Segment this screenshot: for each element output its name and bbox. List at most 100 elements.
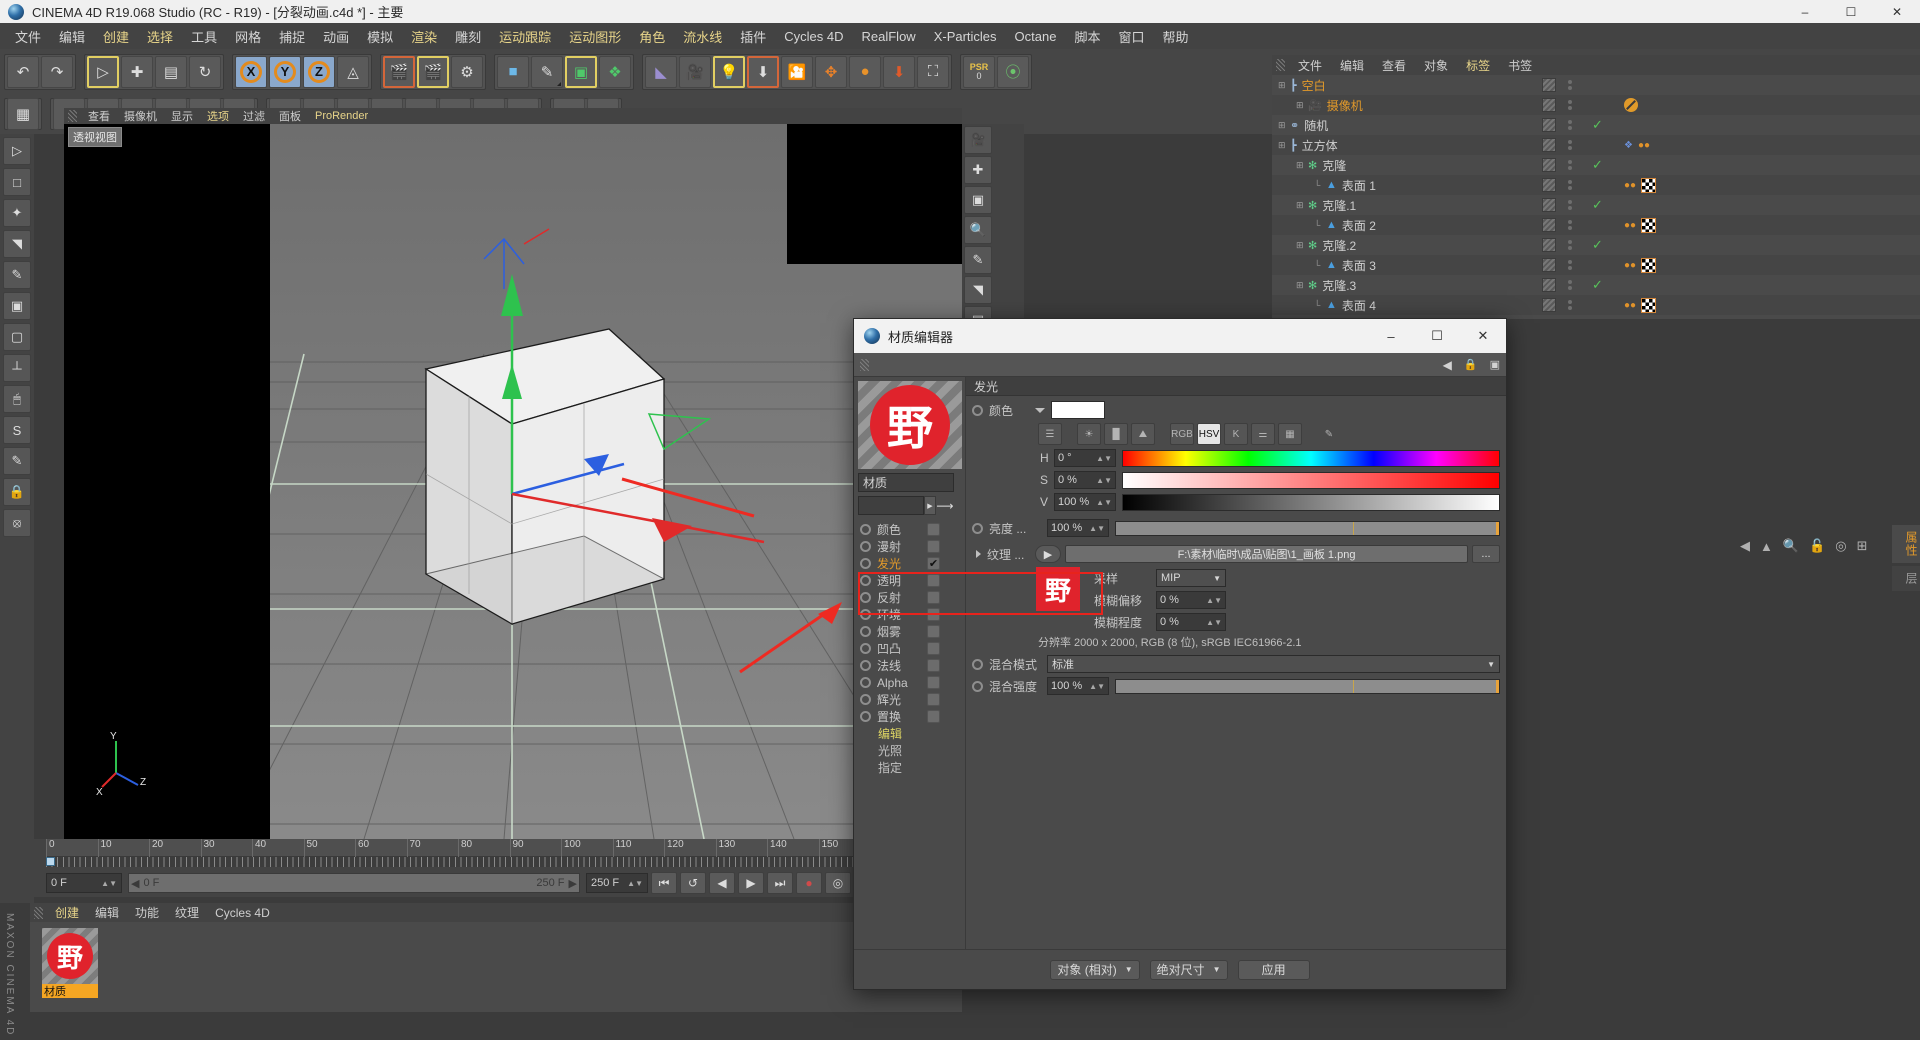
color-mode-rgb[interactable]: RGB xyxy=(1170,423,1194,445)
hue-spinner[interactable]: ▲▼ xyxy=(1096,454,1112,463)
object-enabled-check[interactable]: ✓ xyxy=(1592,157,1603,173)
autokey-icon[interactable]: ◎ xyxy=(825,872,851,894)
channel-radio-3[interactable] xyxy=(860,575,871,586)
attr-up-icon[interactable]: ▲ xyxy=(1760,539,1773,554)
menu-item-6[interactable]: 捕捉 xyxy=(270,24,314,49)
blur-offset-field[interactable]: 0 % ▲▼ xyxy=(1156,591,1226,609)
brightness-field[interactable]: 100 % ▲▼ xyxy=(1047,519,1109,537)
scale-icon[interactable]: ▤ xyxy=(155,55,187,88)
timeline-ruler-area[interactable]: 0102030405060708090100110120130140150160… xyxy=(30,839,962,869)
channel-row-10[interactable]: 辉光 xyxy=(854,691,965,708)
blend-strength-slider[interactable] xyxy=(1115,678,1500,694)
saturation-spinner[interactable]: ▲▼ xyxy=(1096,476,1112,485)
object-menu-0[interactable]: 文件 xyxy=(1289,57,1331,74)
redo-icon[interactable]: ↷ xyxy=(41,55,73,88)
channel-radio-5[interactable] xyxy=(860,609,871,620)
value-slider[interactable] xyxy=(1122,493,1500,511)
viewport-menu-grip[interactable] xyxy=(68,110,77,122)
dialog-pin-icon[interactable]: ▣ xyxy=(1490,358,1500,371)
expand-toggle-icon[interactable]: └ xyxy=(1314,220,1323,230)
object-tags[interactable]: ❖ ●● xyxy=(1624,140,1650,151)
material-preview[interactable]: 野 xyxy=(858,381,962,469)
attr-search-icon[interactable]: 🔍 xyxy=(1783,538,1799,554)
menu-item-12[interactable]: 运动图形 xyxy=(560,24,630,49)
channel-row-9[interactable]: Alpha xyxy=(854,674,965,691)
vertical-tab-1[interactable]: 层 xyxy=(1892,566,1920,591)
axis-y-toggle[interactable]: Y xyxy=(269,55,301,88)
end-frame-spinner[interactable]: ▲▼ xyxy=(621,879,643,888)
texture-tag-icon[interactable] xyxy=(1641,257,1657,273)
attr-target-icon[interactable]: ◎ xyxy=(1835,538,1846,554)
object-menu-3[interactable]: 对象 xyxy=(1415,57,1457,74)
channel-row-7[interactable]: 凹凸 xyxy=(854,640,965,657)
color-eyedropper-icon[interactable]: ✎ xyxy=(1317,423,1341,445)
frame-range-track[interactable]: ◀ 0 F 250 F ▶ xyxy=(128,873,580,893)
object-visibility-cell[interactable] xyxy=(1542,178,1556,192)
mograph-tag-icon[interactable]: ●● xyxy=(1638,140,1650,151)
channel-checkbox-2[interactable]: ✔ xyxy=(927,557,940,570)
dialog-close-button[interactable]: ✕ xyxy=(1460,319,1506,353)
mograph-tag-icon[interactable]: ●● xyxy=(1624,220,1636,231)
brightness-spinner[interactable]: ▲▼ xyxy=(1089,524,1105,533)
material-menu-1[interactable]: 编辑 xyxy=(87,904,127,921)
channel-radio-1[interactable] xyxy=(860,541,871,552)
channel-radio-7[interactable] xyxy=(860,643,871,654)
uv-tool-icon[interactable]: ⦻ xyxy=(3,509,31,537)
sculpt-tool-icon[interactable]: S xyxy=(3,416,31,444)
viewport-scale-icon[interactable]: ▣ xyxy=(964,186,992,214)
table-row[interactable]: ⊞ ┣ 空白 xyxy=(1272,75,1920,95)
brightness-slider[interactable] xyxy=(1115,520,1500,536)
menu-item-19[interactable]: Octane xyxy=(1006,26,1066,47)
material-chip[interactable]: 野 材质 xyxy=(42,928,98,998)
channel-radio-2[interactable] xyxy=(860,558,871,569)
render-settings-icon[interactable]: ⚙ xyxy=(451,55,483,88)
mograph-tag-icon[interactable]: ●● xyxy=(1624,180,1636,191)
material-search-input[interactable] xyxy=(858,496,924,515)
material-menu-3[interactable]: 纹理 xyxy=(167,904,207,921)
lock-tool-icon[interactable]: 🔒 xyxy=(3,478,31,506)
go-to-end-icon[interactable]: ⏭ xyxy=(767,872,793,894)
object-dots-toggle[interactable] xyxy=(1568,120,1572,130)
record-key-icon[interactable]: ● xyxy=(796,872,822,894)
viewport[interactable]: 透视视图 Y Z X xyxy=(64,124,962,839)
menu-item-9[interactable]: 渲染 xyxy=(402,24,446,49)
extrude-tool-icon[interactable]: ▣ xyxy=(3,292,31,320)
dialog-prev-icon[interactable]: ◀ xyxy=(1443,358,1452,372)
hue-slider[interactable] xyxy=(1122,449,1500,467)
expand-toggle-icon[interactable]: ⊞ xyxy=(1278,140,1287,151)
floor-icon[interactable]: ⬇ xyxy=(747,55,779,88)
menu-item-0[interactable]: 文件 xyxy=(6,24,50,49)
material-search-dropdown-icon[interactable]: ▶ xyxy=(924,496,936,515)
object-dots-toggle[interactable] xyxy=(1568,220,1572,230)
close-button[interactable]: ✕ xyxy=(1874,0,1920,23)
sampling-select[interactable]: MIP ▼ xyxy=(1156,569,1226,587)
channel-radio-4[interactable] xyxy=(860,592,871,603)
dialog-minimize-button[interactable]: – xyxy=(1368,319,1414,353)
table-row[interactable]: └ ▲ 表面 2 ●● xyxy=(1272,215,1920,235)
material-thumbnail[interactable]: 野 xyxy=(42,928,98,984)
channel-checkbox-10[interactable] xyxy=(927,693,940,706)
table-row[interactable]: ⊞ ✻ 克隆.1 ✓ xyxy=(1272,195,1920,215)
material-manager-grip[interactable] xyxy=(34,906,43,919)
grid-modes-icon[interactable]: ▦ xyxy=(7,98,39,130)
menu-item-5[interactable]: 网格 xyxy=(226,24,270,49)
array-icon[interactable]: ❖ xyxy=(599,55,631,88)
channel-checkbox-3[interactable] xyxy=(927,574,940,587)
channel-subitem-2[interactable]: 指定 xyxy=(854,759,965,776)
deformer-icon[interactable]: ✥ xyxy=(815,55,847,88)
vertical-tab-0[interactable]: 属性 xyxy=(1892,525,1920,563)
menu-item-20[interactable]: 脚本 xyxy=(1065,24,1109,49)
material-picker-cursor-icon[interactable]: ⟶ xyxy=(936,496,954,515)
light-icon[interactable]: 💡 xyxy=(713,55,745,88)
mograph-tag-icon[interactable]: ●● xyxy=(1624,260,1636,271)
menu-item-2[interactable]: 创建 xyxy=(94,24,138,49)
minimize-button[interactable]: – xyxy=(1782,0,1828,23)
expand-toggle-icon[interactable]: └ xyxy=(1314,260,1323,270)
blend-strength-field[interactable]: 100 % ▲▼ xyxy=(1047,677,1109,695)
render-region-icon[interactable]: 🎬 xyxy=(417,55,449,88)
menu-item-18[interactable]: X-Particles xyxy=(925,26,1006,47)
dialog-lock-icon[interactable]: 🔒 xyxy=(1464,358,1478,371)
cube-icon[interactable]: ■ xyxy=(497,55,529,88)
channel-row-1[interactable]: 漫射 xyxy=(854,538,965,555)
brightness-radio[interactable] xyxy=(972,522,983,534)
